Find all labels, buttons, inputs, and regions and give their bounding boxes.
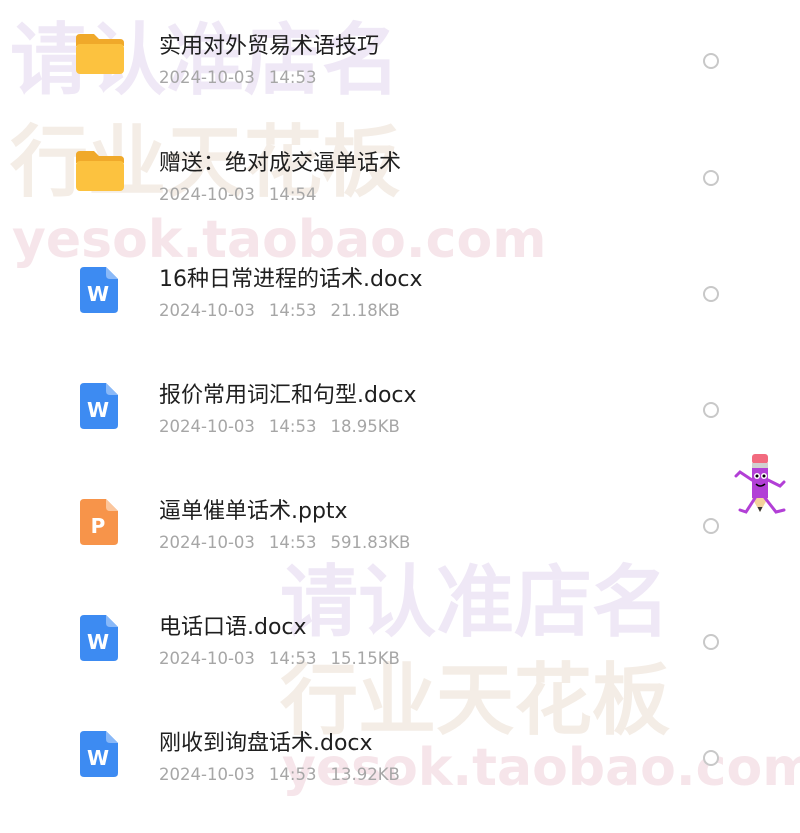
file-meta: 2024-10-03 14:54	[159, 185, 330, 204]
file-row[interactable]: W 刚收到询盘话术.docx 2024-10-03 14:53 13.92KB	[0, 717, 800, 833]
file-size: 13.92KB	[330, 765, 400, 784]
file-time: 14:54	[268, 185, 317, 204]
file-name: 刚收到询盘话术.docx	[159, 731, 373, 756]
file-meta: 2024-10-03 14:53 591.83KB	[159, 533, 424, 552]
file-name: 实用对外贸易术语技巧	[159, 34, 380, 59]
select-radio[interactable]	[703, 518, 719, 534]
word-doc-letter: W	[87, 282, 109, 306]
file-meta: 2024-10-03 14:53 15.15KB	[159, 649, 414, 668]
file-time: 14:53	[268, 301, 317, 320]
file-row[interactable]: W 16种日常进程的话术.docx 2024-10-03 14:53 21.18KB	[0, 253, 800, 369]
file-time: 14:53	[268, 649, 317, 668]
file-row[interactable]: W 报价常用词汇和句型.docx 2024-10-03 14:53 18.95KB	[0, 369, 800, 485]
file-name: 报价常用词汇和句型.docx	[159, 383, 417, 408]
file-date: 2024-10-03	[159, 68, 255, 87]
file-time: 14:53	[268, 417, 317, 436]
file-list: 实用对外贸易术语技巧 2024-10-03 14:53 赠送：绝对成交逼单话术 2…	[0, 0, 800, 800]
file-size: 591.83KB	[330, 533, 411, 552]
file-size: 18.95KB	[330, 417, 400, 436]
file-row[interactable]: 实用对外贸易术语技巧 2024-10-03 14:53	[0, 20, 800, 136]
word-doc-letter: W	[87, 746, 109, 770]
file-name: 赠送：绝对成交逼单话术	[159, 151, 402, 176]
word-doc-icon: W	[80, 267, 118, 313]
file-row[interactable]: 赠送：绝对成交逼单话术 2024-10-03 14:54	[0, 137, 800, 253]
ppt-doc-letter: P	[91, 514, 106, 538]
file-row[interactable]: P 逼单催单话术.pptx 2024-10-03 14:53 591.83KB	[0, 485, 800, 601]
file-date: 2024-10-03	[159, 301, 255, 320]
file-size: 15.15KB	[330, 649, 400, 668]
select-radio[interactable]	[703, 634, 719, 650]
word-doc-icon: W	[80, 731, 118, 777]
file-meta: 2024-10-03 14:53 13.92KB	[159, 765, 414, 784]
file-date: 2024-10-03	[159, 649, 255, 668]
file-time: 14:53	[268, 765, 317, 784]
file-name: 16种日常进程的话术.docx	[159, 267, 423, 292]
file-date: 2024-10-03	[159, 185, 255, 204]
select-radio[interactable]	[703, 402, 719, 418]
word-doc-letter: W	[87, 630, 109, 654]
word-doc-icon: W	[80, 615, 118, 661]
select-radio[interactable]	[703, 53, 719, 69]
ppt-doc-icon: P	[80, 499, 118, 545]
word-doc-letter: W	[87, 398, 109, 422]
folder-icon	[76, 34, 124, 74]
file-date: 2024-10-03	[159, 417, 255, 436]
file-meta: 2024-10-03 14:53	[159, 68, 330, 87]
file-meta: 2024-10-03 14:53 21.18KB	[159, 301, 414, 320]
file-date: 2024-10-03	[159, 533, 255, 552]
select-radio[interactable]	[703, 750, 719, 766]
folder-icon	[76, 151, 124, 191]
file-name: 电话口语.docx	[159, 615, 307, 640]
file-time: 14:53	[268, 533, 317, 552]
file-name: 逼单催单话术.pptx	[159, 499, 348, 524]
file-date: 2024-10-03	[159, 765, 255, 784]
select-radio[interactable]	[703, 170, 719, 186]
file-row[interactable]: W 电话口语.docx 2024-10-03 14:53 15.15KB	[0, 601, 800, 717]
pencil-mascot-icon	[734, 454, 786, 514]
file-time: 14:53	[268, 68, 317, 87]
file-meta: 2024-10-03 14:53 18.95KB	[159, 417, 414, 436]
select-radio[interactable]	[703, 286, 719, 302]
file-size: 21.18KB	[330, 301, 400, 320]
word-doc-icon: W	[80, 383, 118, 429]
